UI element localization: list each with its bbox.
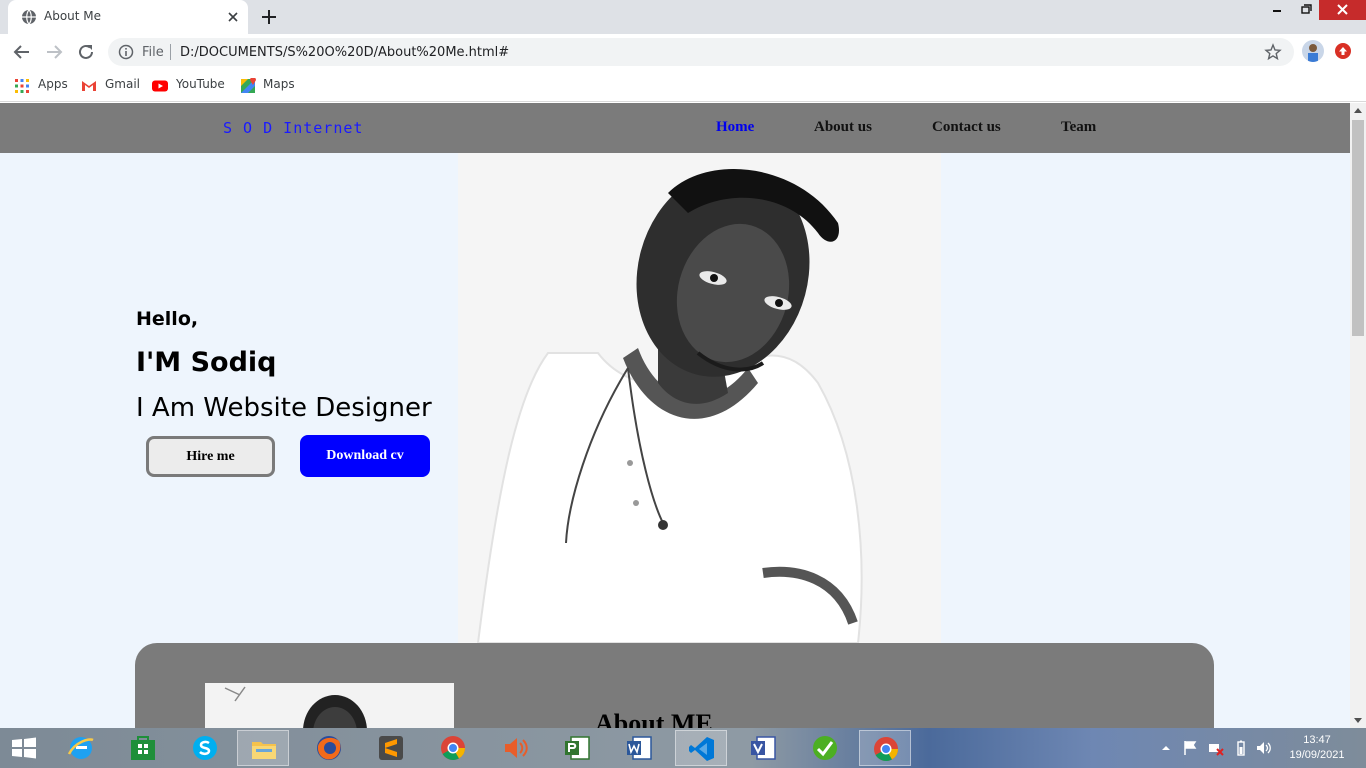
site-brand-logo[interactable]: S O D Internet — [223, 119, 363, 137]
bookmark-gmail[interactable]: Gmail — [81, 76, 141, 96]
system-clock[interactable]: 13:47 19/09/2021 — [1284, 733, 1350, 763]
windows-start-icon[interactable] — [10, 737, 38, 759]
restore-window-icon[interactable] — [1291, 0, 1319, 20]
firefox-icon — [317, 736, 341, 760]
project-icon — [565, 736, 590, 760]
taskbar-project[interactable] — [551, 730, 603, 766]
bookmark-label: YouTube — [176, 77, 225, 91]
word-icon — [627, 736, 652, 760]
address-bar[interactable]: File D:/DOCUMENTS/S%20O%20D/About%20Me.h… — [108, 38, 1294, 66]
new-tab-icon[interactable] — [259, 7, 279, 27]
chrome-icon — [441, 736, 465, 761]
bookmarks-bar: Apps Gmail YouTube Maps — [0, 70, 1366, 102]
about-portrait-figure — [205, 683, 454, 728]
portrait-figure — [458, 153, 941, 643]
taskbar-visio[interactable] — [737, 730, 789, 766]
chrome-active-icon — [874, 737, 898, 762]
bookmark-label: Gmail — [105, 77, 141, 91]
bookmark-youtube[interactable]: YouTube — [152, 76, 227, 96]
about-heading: About ME — [595, 709, 713, 728]
bookmark-label: Maps — [263, 77, 295, 91]
bookmark-apps[interactable]: Apps — [14, 76, 69, 96]
close-window-icon[interactable] — [1319, 0, 1366, 20]
maps-icon — [241, 78, 256, 93]
skype-icon — [193, 736, 217, 760]
store-icon — [131, 736, 155, 760]
taskbar-chrome[interactable] — [427, 730, 479, 766]
forward-arrow-icon[interactable] — [43, 41, 65, 63]
apps-grid-icon — [15, 79, 29, 93]
scroll-down-arrow-icon[interactable] — [1350, 712, 1366, 728]
nav-link-team[interactable]: Team — [1061, 119, 1096, 136]
avatar-figure-icon — [1308, 44, 1318, 62]
speaker-app-icon — [505, 738, 528, 758]
bookmark-star-icon[interactable] — [1264, 43, 1282, 61]
info-icon[interactable] — [118, 44, 134, 60]
taskbar-sublime-text[interactable] — [365, 730, 417, 766]
nav-link-about-us[interactable]: About us — [814, 119, 872, 136]
back-arrow-icon[interactable] — [11, 41, 33, 63]
green-app-icon — [813, 736, 837, 760]
clock-date: 19/09/2021 — [1289, 749, 1345, 761]
hero-name: I'M Sodiq — [136, 347, 277, 378]
windows-taskbar: 13:47 19/09/2021 — [0, 728, 1366, 768]
taskbar-vscode[interactable] — [675, 730, 727, 766]
taskbar-store[interactable] — [117, 730, 169, 766]
portrait-photo — [458, 153, 941, 643]
hire-me-button[interactable]: Hire me — [146, 436, 275, 477]
about-photo — [205, 683, 454, 728]
browser-toolbar: File D:/DOCUMENTS/S%20O%20D/About%20Me.h… — [0, 34, 1366, 70]
url-text[interactable]: D:/DOCUMENTS/S%20O%20D/About%20Me.html# — [180, 45, 509, 60]
taskbar-speaker-app[interactable] — [489, 730, 541, 766]
taskbar-green-app[interactable] — [799, 730, 851, 766]
site-navbar: S O D Internet Home About us Contact us … — [0, 103, 1350, 153]
vscode-icon — [689, 737, 714, 761]
web-page: S O D Internet Home About us Contact us … — [0, 103, 1350, 728]
hero-role: I Am Website Designer — [136, 393, 432, 423]
taskbar-skype[interactable] — [179, 730, 231, 766]
clock-time: 13:47 — [1303, 734, 1331, 746]
bookmark-label: Apps — [38, 77, 68, 91]
taskbar-chrome-active[interactable] — [859, 730, 911, 766]
nav-link-contact-us[interactable]: Contact us — [932, 119, 1001, 136]
gmail-icon — [82, 81, 96, 91]
close-tab-icon[interactable] — [224, 8, 242, 26]
globe-icon — [22, 9, 36, 25]
taskbar-file-explorer[interactable] — [237, 730, 289, 766]
internet-explorer-icon — [67, 737, 94, 759]
nav-link-home[interactable]: Home — [716, 119, 754, 136]
profile-avatar[interactable] — [1302, 40, 1324, 62]
about-section: About ME — [135, 643, 1214, 728]
volume-icon[interactable] — [1255, 740, 1273, 756]
network-disconnected-icon[interactable] — [1207, 740, 1225, 756]
taskbar-firefox[interactable] — [303, 730, 355, 766]
minimize-window-icon[interactable] — [1263, 0, 1291, 20]
visio-icon — [751, 736, 776, 760]
download-cv-button[interactable]: Download cv — [300, 435, 430, 477]
sublime-text-icon — [379, 736, 403, 760]
action-center-flag-icon[interactable] — [1182, 740, 1200, 756]
bookmark-maps[interactable]: Maps — [240, 76, 296, 96]
file-explorer-icon — [252, 742, 276, 759]
browser-tabstrip: About Me — [0, 0, 1366, 34]
url-scheme-label: File — [142, 45, 164, 60]
scrollbar-thumb[interactable] — [1352, 120, 1364, 336]
reload-icon[interactable] — [75, 41, 97, 63]
update-arrow-icon[interactable] — [1335, 43, 1351, 59]
browser-tab-about-me[interactable]: About Me — [8, 0, 248, 34]
taskbar-internet-explorer[interactable] — [55, 730, 107, 766]
show-hidden-icons-icon[interactable] — [1160, 740, 1172, 756]
battery-icon[interactable] — [1235, 740, 1247, 756]
taskbar-word[interactable] — [613, 730, 665, 766]
hero-greeting: Hello, — [136, 308, 199, 330]
url-separator — [170, 44, 171, 60]
scroll-up-arrow-icon[interactable] — [1350, 103, 1366, 119]
page-scrollbar[interactable] — [1350, 103, 1366, 728]
youtube-icon — [152, 80, 168, 92]
tab-title: About Me — [44, 9, 102, 23]
